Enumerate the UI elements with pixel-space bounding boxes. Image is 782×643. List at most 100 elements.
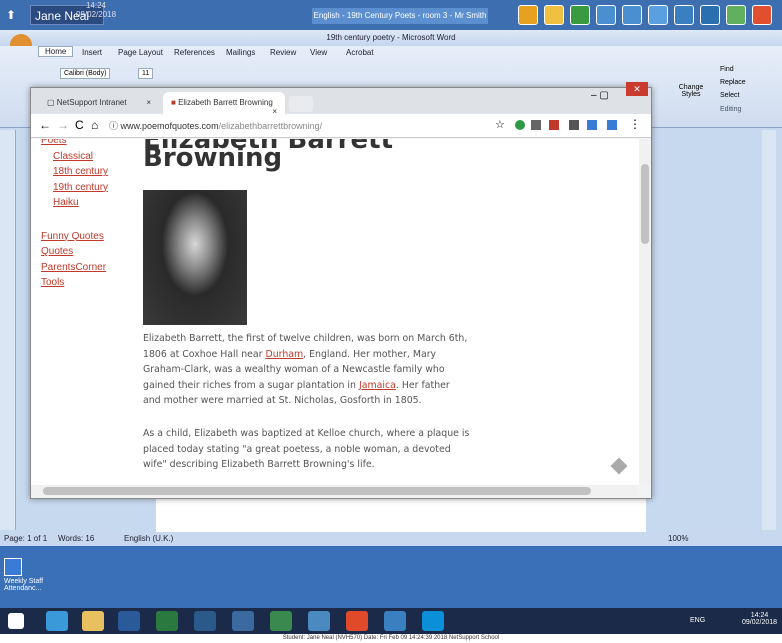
zoom-level: 100% [668, 534, 689, 543]
status-page: Page: 1 of 1 [4, 534, 48, 543]
footer-banner: Student: Jane Neal (NVH570) Date: Fri Fe… [0, 634, 782, 643]
tab-elizabeth-barrett-browning[interactable]: ■ Elizabeth Barrett Browning × [163, 92, 285, 116]
browser-toolbar: ← → C ⌂ ⓘ www.poemofquotes.com/elizabeth… [31, 114, 651, 138]
side-nav: Poets Classical 18th century 19th centur… [41, 139, 108, 291]
portrait-image [143, 190, 247, 325]
favicon-icon: ■ [171, 98, 179, 107]
clock-date: 09/02/2018 [76, 10, 117, 19]
help-lifebuoy-icon[interactable] [752, 5, 772, 25]
info-icon[interactable] [596, 5, 616, 25]
tab-label: Elizabeth Barrett Browning [178, 98, 273, 107]
nav-haiku[interactable]: Haiku [41, 195, 108, 211]
vertical-ruler [0, 130, 16, 530]
page-vertical-scrollbar[interactable] [639, 139, 651, 485]
page-icon: ▢ [47, 98, 57, 107]
netsupport-toolbar [518, 5, 772, 27]
tab-mailings[interactable]: Mailings [226, 48, 255, 57]
layers-icon[interactable] [569, 120, 579, 130]
select-button[interactable]: Select [720, 92, 739, 99]
network-icon[interactable] [308, 611, 330, 631]
tray-clock[interactable]: 14:24 09/02/2018 [742, 612, 777, 626]
nav-tools[interactable]: Tools [41, 275, 108, 291]
word-icon[interactable] [232, 611, 254, 631]
font-size-select[interactable]: 11 [138, 68, 154, 79]
excel-icon[interactable] [270, 611, 292, 631]
screen-icon[interactable] [622, 5, 642, 25]
tab-view[interactable]: View [310, 48, 327, 57]
search-app-icon[interactable] [384, 611, 406, 631]
change-styles-button[interactable]: Change Styles [676, 84, 706, 98]
extension-icon[interactable] [515, 120, 525, 130]
extension-blue-icon[interactable] [587, 120, 597, 130]
messages-icon[interactable] [648, 5, 668, 25]
web-icon[interactable] [674, 5, 694, 25]
font-select[interactable]: Calibri (Body) [60, 68, 111, 79]
tab-acrobat[interactable]: Acrobat [346, 48, 374, 57]
chrome-icon[interactable] [346, 611, 368, 631]
page-horizontal-scrollbar[interactable] [31, 485, 639, 497]
room-title: English - 19th Century Poets - room 3 - … [312, 8, 488, 24]
extension-blue2-icon[interactable] [607, 120, 617, 130]
nav-poets[interactable]: Poets [41, 139, 108, 149]
rh-icon[interactable] [194, 611, 216, 631]
nav-funny-quotes[interactable]: Funny Quotes [41, 229, 108, 245]
nav-19th-century[interactable]: 19th century [41, 180, 108, 196]
pin-icon[interactable]: ⬆ [6, 8, 16, 22]
scroll-thumb[interactable] [43, 487, 591, 495]
tab-netsupport-intranet[interactable]: ▢ NetSupport Intranet × [39, 92, 159, 114]
internet-explorer-icon[interactable] [46, 611, 68, 631]
link-jamaica[interactable]: Jamaica [359, 380, 396, 391]
minimize-button[interactable]: – ▢ [591, 90, 609, 101]
bookmark-star-icon[interactable]: ☆ [495, 118, 505, 131]
survey-icon[interactable] [570, 5, 590, 25]
nav-18th-century[interactable]: 18th century [41, 164, 108, 180]
tab-label: NetSupport Intranet [56, 98, 127, 107]
help-icon[interactable] [544, 5, 564, 25]
home-icon[interactable]: ⌂ [91, 118, 98, 132]
sheets-icon[interactable] [156, 611, 178, 631]
status-words: Words: 16 [58, 534, 95, 543]
info-icon: ⓘ [109, 121, 121, 131]
url-domain: www.poemofquotes.com [120, 121, 219, 131]
address-bar[interactable]: ⓘ www.poemofquotes.com/elizabethbarrettb… [109, 117, 489, 135]
word-scrollbar[interactable] [762, 130, 776, 530]
close-icon[interactable]: × [146, 98, 151, 107]
new-tab-button[interactable] [289, 96, 313, 112]
reload-icon[interactable]: C [75, 118, 84, 132]
file-explorer-icon[interactable] [82, 611, 104, 631]
print-icon[interactable] [700, 5, 720, 25]
forward-icon[interactable]: → [57, 118, 69, 132]
desktop-icon[interactable]: Weekly Staff Attendanc... [4, 558, 54, 592]
chat-icon[interactable] [518, 5, 538, 25]
page-heading: Browning [143, 143, 283, 173]
language-indicator[interactable]: ENG [690, 617, 705, 624]
scroll-thumb[interactable] [641, 164, 649, 244]
skype-icon[interactable] [422, 611, 444, 631]
extension-badge-icon[interactable] [549, 120, 559, 130]
camera-icon[interactable] [531, 120, 541, 130]
nav-classical[interactable]: Classical [41, 149, 108, 165]
paint-icon[interactable] [118, 611, 140, 631]
word-status-bar: Page: 1 of 1 Words: 16 English (U.K.) 10… [0, 532, 782, 546]
url-path: /elizabethbarrettbrowning/ [218, 121, 323, 131]
tab-strip: ▢ NetSupport Intranet × ■ Elizabeth Barre… [31, 82, 651, 116]
tab-home[interactable]: Home [38, 46, 74, 57]
bio-paragraph-1: Elizabeth Barrett, the first of twelve c… [143, 331, 469, 409]
tag-icon[interactable] [610, 457, 628, 475]
nav-quotes[interactable]: Quotes [41, 244, 108, 260]
menu-icon[interactable]: ⋮ [629, 117, 641, 131]
tab-insert[interactable]: Insert [82, 48, 102, 57]
find-button[interactable]: Find [720, 66, 734, 73]
link-durham[interactable]: Durham [265, 349, 303, 360]
chat-bubble-icon[interactable] [726, 5, 746, 25]
nav-parents-corner[interactable]: ParentsCorner [41, 260, 108, 276]
status-language: English (U.K.) [124, 534, 174, 543]
replace-button[interactable]: Replace [720, 79, 746, 86]
tab-review[interactable]: Review [270, 48, 296, 57]
clock-time: 14:24 [85, 1, 107, 10]
tab-page-layout[interactable]: Page Layout [118, 48, 163, 57]
tab-references[interactable]: References [174, 48, 215, 57]
start-icon[interactable] [8, 613, 24, 629]
back-icon[interactable]: ← [39, 118, 51, 132]
close-button[interactable]: ✕ [626, 82, 648, 96]
